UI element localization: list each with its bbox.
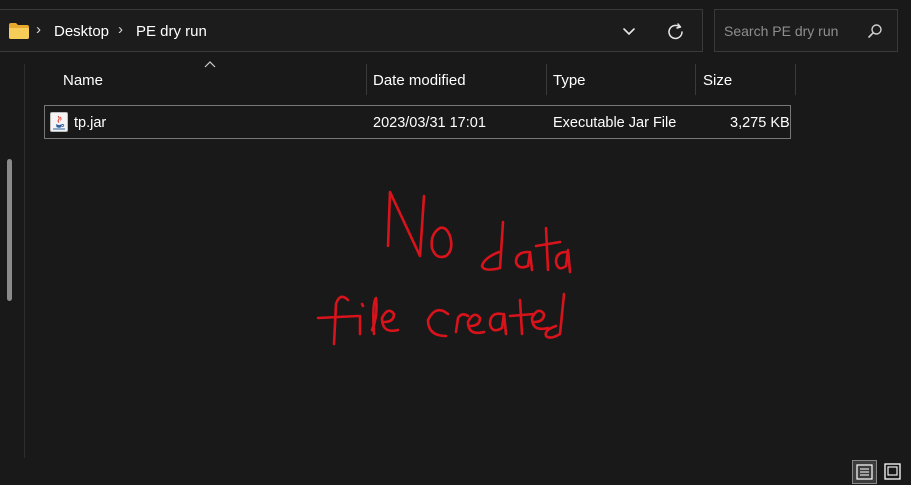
handwritten-annotation [316, 190, 572, 346]
details-view-button[interactable] [852, 460, 877, 484]
large-icons-view-button[interactable] [880, 460, 905, 484]
details-view-icon [856, 464, 873, 480]
large-icons-view-icon [884, 463, 901, 480]
status-bar [0, 458, 911, 485]
file-explorer-window: › Desktop › PE dry run Search PE dry run… [0, 0, 911, 485]
